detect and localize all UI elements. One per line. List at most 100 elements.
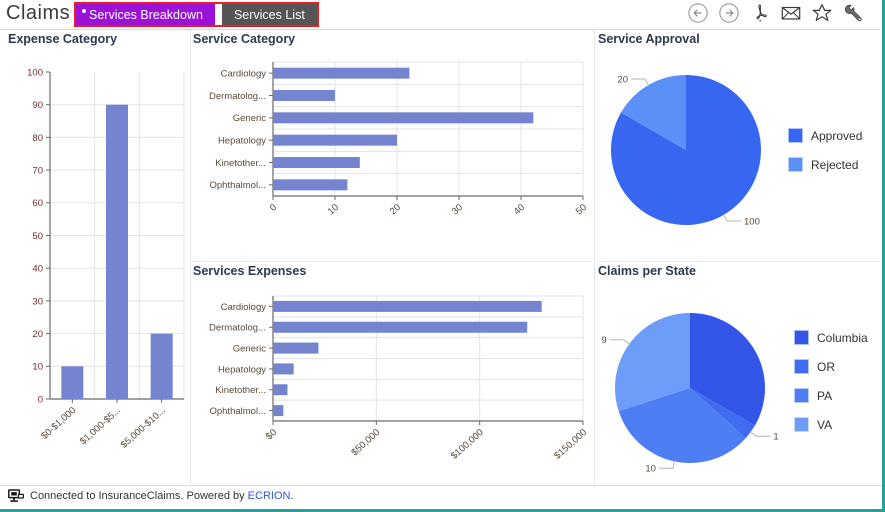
pie-value-label: 1 [773, 432, 778, 443]
bar-services-expenses-4[interactable] [273, 384, 288, 396]
pie-value-label: 20 [617, 74, 628, 85]
bar-service-category-4[interactable] [273, 157, 360, 168]
x-tick-label: 10 [326, 202, 341, 217]
legend-swatch-va [794, 417, 809, 432]
bar-expense-2[interactable] [150, 333, 173, 399]
legend-item-va[interactable]: VA [794, 417, 868, 432]
x-category-label: $1,000-$5... [78, 405, 123, 447]
legend-label-or: OR [817, 359, 835, 374]
bar-services-expenses-5[interactable] [273, 405, 284, 417]
page-title: Claims [6, 2, 71, 24]
chart-claims-per-state[interactable]: 1 10 9 [598, 282, 788, 487]
panel-title-expense-category: Expense Category [8, 32, 118, 46]
chart-expense-category[interactable]: 0 10 20 30 40 50 60 70 80 90 100 $0-$1,000 $1,000-$5… [8, 54, 190, 479]
y-category-label: Generic [233, 113, 267, 124]
bar-services-expenses-2[interactable] [273, 342, 319, 354]
legend-claims-per-state: Columbia OR PA VA [794, 330, 868, 446]
column-divider-2 [594, 30, 595, 486]
forward-arrow-icon[interactable] [718, 2, 740, 24]
y-category-label: Cardiology [221, 302, 267, 313]
pie-leader-line [631, 78, 650, 86]
legend-item-rejected[interactable]: Rejected [788, 157, 862, 172]
legend-item-pa[interactable]: PA [794, 388, 868, 403]
tab-services-breakdown[interactable]: Services Breakdown [76, 4, 215, 25]
legend-swatch-columbia [794, 330, 809, 345]
y-category-label: Hepatology [218, 136, 266, 147]
chart-services-expenses[interactable]: $0 $50,000 $100,000 $150,000 Cardiology Derma… [193, 284, 591, 482]
tab-services-list-label: Services List [233, 7, 305, 22]
status-text-before: Connected to InsuranceClaims. Powered by [30, 490, 248, 502]
bar-service-category-3[interactable] [273, 134, 397, 146]
y-category-label: Kinetother... [215, 385, 266, 396]
pie-value-label: 100 [744, 216, 760, 227]
legend-item-or[interactable]: OR [794, 359, 868, 374]
y-category-label: Hepatology [218, 364, 266, 375]
tab-divider [214, 4, 222, 25]
bar-service-category-1[interactable] [273, 90, 335, 101]
report-viewer-window: Claims Services Breakdown Services List [0, 0, 885, 512]
y-category-label: Generic [233, 343, 267, 354]
tab-services-list[interactable]: Services List [221, 4, 317, 25]
pie-leader-line [749, 431, 771, 437]
pie-leader-line [658, 460, 676, 469]
app-header: Claims Services Breakdown Services List [0, 0, 882, 30]
legend-swatch-rejected [788, 157, 803, 172]
pdf-icon[interactable] [749, 2, 771, 24]
bar-expense-1[interactable] [106, 104, 128, 399]
bar-service-category-2[interactable] [273, 112, 534, 124]
x-tick-label: 40 [512, 202, 527, 217]
y-category-label: Kinetother... [215, 158, 266, 169]
chart-service-category[interactable]: 0 10 20 30 40 50 Cardiology Dermatolog... Generi… [193, 52, 591, 257]
y-tick-label: 0 [38, 394, 43, 405]
x-tick-label: $0 [264, 427, 279, 442]
legend-label-pa: PA [817, 388, 833, 403]
panel-title-service-category: Service Category [193, 32, 296, 46]
computer-monitor-icon [8, 488, 24, 502]
legend-item-columbia[interactable]: Columbia [794, 330, 868, 345]
status-text-after: . [290, 490, 294, 502]
panel-claims-per-state: Claims per State 1 10 9 Columbia OR PA VA [598, 264, 880, 488]
x-category-label: $5,000-$10... [119, 405, 168, 451]
back-arrow-icon[interactable] [687, 2, 709, 24]
bar-service-category-0[interactable] [273, 67, 410, 79]
y-tick-label: 30 [32, 296, 43, 307]
panel-services-expenses: Services Expenses $0 $50,000 $100,000 $150,… [193, 264, 593, 484]
y-tick-label: 40 [32, 264, 43, 275]
pie-leader-line [722, 214, 741, 222]
x-tick-label: $150,000 [552, 427, 589, 462]
y-category-label: Ophthalmol... [210, 406, 267, 417]
legend-item-approved[interactable]: Approved [788, 128, 862, 143]
email-icon[interactable] [780, 2, 802, 24]
y-tick-label: 90 [32, 100, 43, 111]
y-tick-label: 10 [32, 362, 43, 373]
legend-label-rejected: Rejected [811, 157, 859, 172]
legend-label-columbia: Columbia [817, 330, 868, 345]
ecrion-link[interactable]: ECRION [248, 490, 291, 502]
bar-service-category-5[interactable] [273, 179, 348, 191]
y-tick-label: 100 [27, 67, 43, 78]
x-tick-label: $50,000 [349, 427, 382, 458]
y-tick-label: 70 [32, 166, 43, 177]
y-category-label: Dermatolog... [209, 323, 266, 334]
y-category-label: Cardiology [221, 69, 267, 80]
header-toolbar [687, 2, 864, 24]
dashboard-grid: Expense Category 0 10 20 30 40 50 60 70 80 90 100 $… [0, 30, 882, 488]
bar-services-expenses-1[interactable] [273, 321, 528, 333]
legend-swatch-pa [794, 388, 809, 403]
panel-title-services-expenses: Services Expenses [193, 264, 307, 278]
favorite-star-icon[interactable] [811, 2, 833, 24]
row-divider-center [193, 261, 592, 262]
x-tick-label: 50 [574, 202, 589, 217]
legend-swatch-or [794, 359, 809, 374]
bar-services-expenses-3[interactable] [273, 363, 294, 375]
y-tick-label: 60 [32, 198, 43, 209]
bar-services-expenses-0[interactable] [273, 300, 542, 312]
wrench-settings-icon[interactable] [842, 2, 864, 24]
unsaved-dot-icon [82, 9, 86, 13]
x-tick-label: 0 [268, 202, 279, 214]
x-tick-label: 20 [388, 202, 403, 217]
status-bar: Connected to InsuranceClaims. Powered by… [0, 485, 882, 506]
bar-expense-0[interactable] [61, 366, 84, 399]
chart-service-approval[interactable]: 100 20 [598, 50, 778, 255]
tab-services-breakdown-label: Services Breakdown [89, 7, 203, 22]
